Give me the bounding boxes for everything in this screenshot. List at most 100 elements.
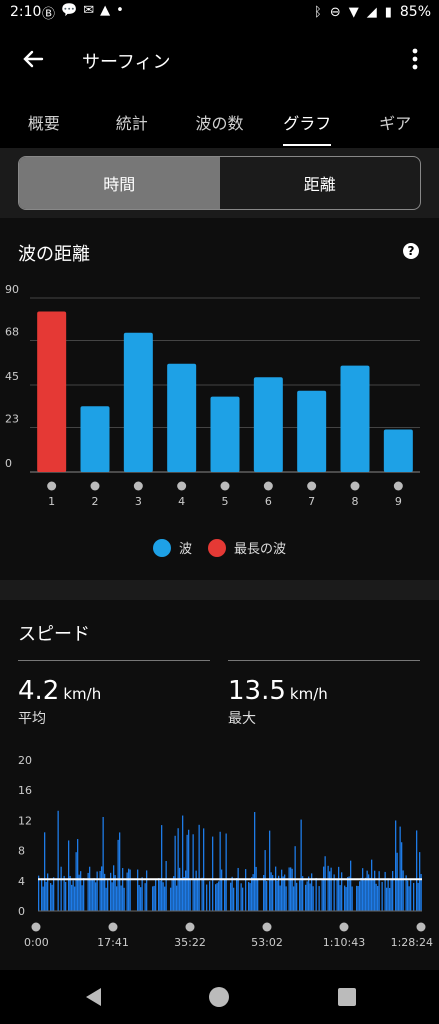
segment-time[interactable]: 時間	[19, 157, 220, 209]
bar	[383, 429, 413, 472]
tab-stats[interactable]: 統計	[88, 98, 176, 146]
status-time: 2:10	[10, 4, 42, 20]
x-marker-dot	[31, 922, 41, 932]
x-tick-label: 9	[395, 495, 402, 508]
speed-bar	[183, 877, 185, 911]
x-marker-dot	[416, 922, 426, 932]
speed-bar	[116, 886, 118, 911]
x-tick-label: 7	[308, 495, 315, 508]
speed-bar	[83, 878, 85, 911]
speed-bar	[182, 815, 184, 911]
speed-bar	[285, 886, 287, 911]
tab-graph[interactable]: グラフ	[263, 98, 351, 146]
speed-bar	[389, 887, 391, 911]
speed-bar	[41, 878, 43, 911]
tab-overview[interactable]: 概要	[0, 98, 88, 146]
speed-bar	[302, 876, 304, 911]
speed-bar	[129, 869, 131, 911]
x-marker-dot	[90, 481, 100, 491]
tab-gear[interactable]: ギア	[351, 98, 439, 146]
speed-bar	[99, 870, 101, 911]
status-bar: 2:10 Ⓑ 💬 ✉ ▲ • ᛒ ⊖ ▼ ◢ ▮ 85%	[0, 0, 439, 26]
avg-speed-value: 4.2 km/h	[18, 676, 101, 706]
wifi-icon: ▼	[348, 4, 359, 20]
speed-bar	[377, 886, 379, 911]
speed-bar	[278, 875, 280, 911]
signal-icon: ◢	[366, 4, 377, 20]
speed-bar	[140, 887, 142, 911]
speed-bar	[180, 877, 182, 911]
recents-nav-icon[interactable]	[334, 984, 360, 1010]
speed-bar	[356, 885, 358, 911]
section-divider	[0, 580, 439, 600]
speed-bar	[270, 872, 272, 911]
bar	[167, 363, 197, 472]
speed-bar	[327, 865, 329, 911]
back-button[interactable]	[18, 44, 48, 74]
speed-bar	[410, 879, 412, 911]
speed-bar	[300, 819, 302, 911]
x-marker-dot	[339, 922, 349, 932]
bar	[210, 396, 240, 472]
warning-icon: ▲	[100, 3, 111, 18]
x-tick-label: 1:10:43	[323, 936, 365, 949]
speed-bar	[38, 875, 40, 911]
legend-dot-wave	[152, 538, 171, 557]
segment-distance[interactable]: 距離	[220, 157, 421, 209]
speed-bar	[248, 882, 250, 911]
speed-bar	[392, 871, 394, 911]
speed-bar	[101, 866, 103, 911]
speed-bar	[276, 880, 278, 911]
overflow-menu-button[interactable]	[405, 44, 425, 74]
avg-speed-number: 4.2	[18, 676, 60, 706]
speed-bar	[236, 878, 238, 911]
speed-bar	[245, 869, 247, 911]
help-icon[interactable]: ?	[403, 243, 419, 259]
messenger-icon: ✉	[83, 3, 95, 18]
speed-bar	[198, 824, 200, 911]
x-tick-label: 4	[178, 495, 185, 508]
avg-speed-label: 平均	[18, 711, 46, 727]
speed-bar	[359, 881, 361, 911]
avg-divider	[18, 660, 210, 661]
speed-bar	[299, 880, 301, 911]
home-nav-icon[interactable]	[206, 984, 232, 1010]
speed-bar	[158, 878, 160, 911]
speed-bar	[117, 839, 119, 911]
x-marker-dot	[262, 922, 272, 932]
speed-bar	[174, 835, 176, 911]
speed-bar	[269, 830, 271, 911]
speed-bar	[111, 882, 113, 911]
speed-bar	[114, 875, 116, 911]
legend-dot-longest	[208, 538, 226, 557]
speed-bar	[197, 878, 199, 911]
bar	[340, 365, 370, 472]
speed-bar	[177, 828, 179, 911]
speed-bar	[179, 867, 181, 911]
speed-bar	[93, 878, 95, 911]
tab-waves[interactable]: 波の数	[176, 98, 264, 146]
chat-icon: 💬	[61, 3, 78, 18]
speed-bar	[107, 880, 109, 911]
speed-bar	[164, 886, 166, 911]
speed-bar	[255, 866, 257, 911]
x-tick-label: 0:00	[24, 936, 49, 949]
time-distance-toggle: 時間 距離	[18, 156, 421, 210]
speed-bar	[338, 866, 340, 911]
y-tick-label: 0	[5, 457, 12, 470]
x-tick-label: 8	[352, 495, 359, 508]
max-speed-label: 最大	[228, 711, 256, 727]
wave-distance-title: 波の距離	[18, 244, 90, 265]
max-speed-value: 13.5 km/h	[228, 676, 328, 706]
back-nav-icon[interactable]	[81, 984, 107, 1010]
max-speed-number: 13.5	[228, 676, 286, 706]
speed-bar	[224, 878, 226, 911]
speed-bar	[60, 866, 62, 911]
speed-bar	[146, 870, 148, 911]
speed-bar	[329, 871, 331, 911]
speed-bar	[105, 887, 107, 911]
app-bar: サーフィン	[0, 30, 439, 88]
speed-bar	[237, 867, 239, 911]
speed-bar	[372, 878, 374, 911]
speed-bar	[120, 885, 122, 911]
